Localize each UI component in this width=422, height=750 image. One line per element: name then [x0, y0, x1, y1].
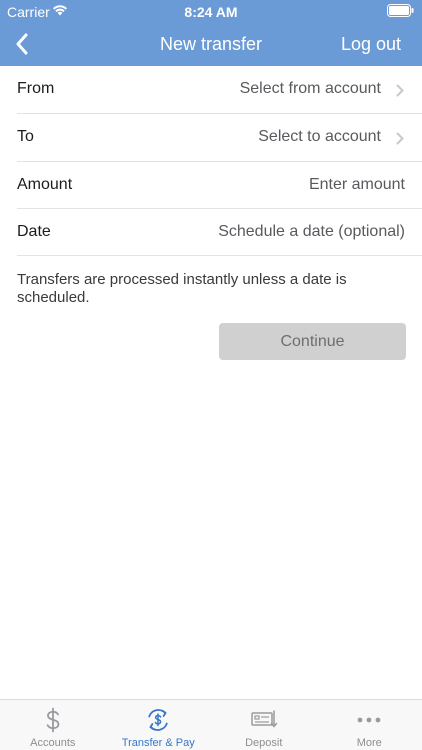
more-icon [357, 717, 381, 723]
row-label: To [17, 128, 34, 145]
header: Carrier 8:24 AM New transfer Log out [0, 0, 422, 66]
battery-icon [387, 4, 414, 17]
info-text: Transfers are processed instantly unless… [17, 271, 347, 306]
chevron-right-icon [396, 84, 404, 97]
tab-label: Accounts [30, 737, 76, 749]
row-value: Select from account [239, 80, 381, 97]
tab-bar: Accounts Transfer & Pay Deposit More [0, 699, 422, 750]
tab-accounts[interactable]: Accounts [0, 700, 106, 750]
from-account-row[interactable]: From Select from account [17, 66, 422, 114]
deposit-check-icon [251, 710, 277, 728]
date-input[interactable]: Schedule a date (optional) [218, 223, 405, 241]
continue-button[interactable]: Continue [219, 323, 406, 360]
to-account-row[interactable]: To Select to account [17, 114, 422, 162]
transfer-form: From Select from account To Select to ac… [0, 66, 422, 256]
row-label: Date [17, 223, 51, 240]
date-row[interactable]: Date Schedule a date (optional) [17, 209, 422, 256]
tab-more[interactable]: More [317, 700, 422, 750]
amount-input[interactable]: Enter amount [309, 176, 405, 194]
status-time: 8:24 AM [184, 4, 238, 20]
amount-row[interactable]: Amount Enter amount [17, 162, 422, 209]
row-label: Amount [17, 176, 73, 193]
status-bar: Carrier 8:24 AM [0, 0, 422, 22]
tab-label: Deposit [245, 737, 283, 749]
transfer-pay-icon [148, 709, 168, 731]
tab-deposit[interactable]: Deposit [211, 700, 317, 750]
nav-bar: New transfer Log out [0, 22, 422, 66]
row-label: From [17, 80, 55, 97]
row-value: Select to account [258, 128, 381, 145]
logout-button[interactable]: Log out [341, 34, 401, 55]
tab-label: More [356, 737, 382, 749]
dollar-icon [46, 707, 60, 733]
tab-label: Transfer & Pay [121, 737, 195, 749]
tab-transfer-pay[interactable]: Transfer & Pay [106, 700, 212, 750]
chevron-right-icon [396, 132, 404, 145]
